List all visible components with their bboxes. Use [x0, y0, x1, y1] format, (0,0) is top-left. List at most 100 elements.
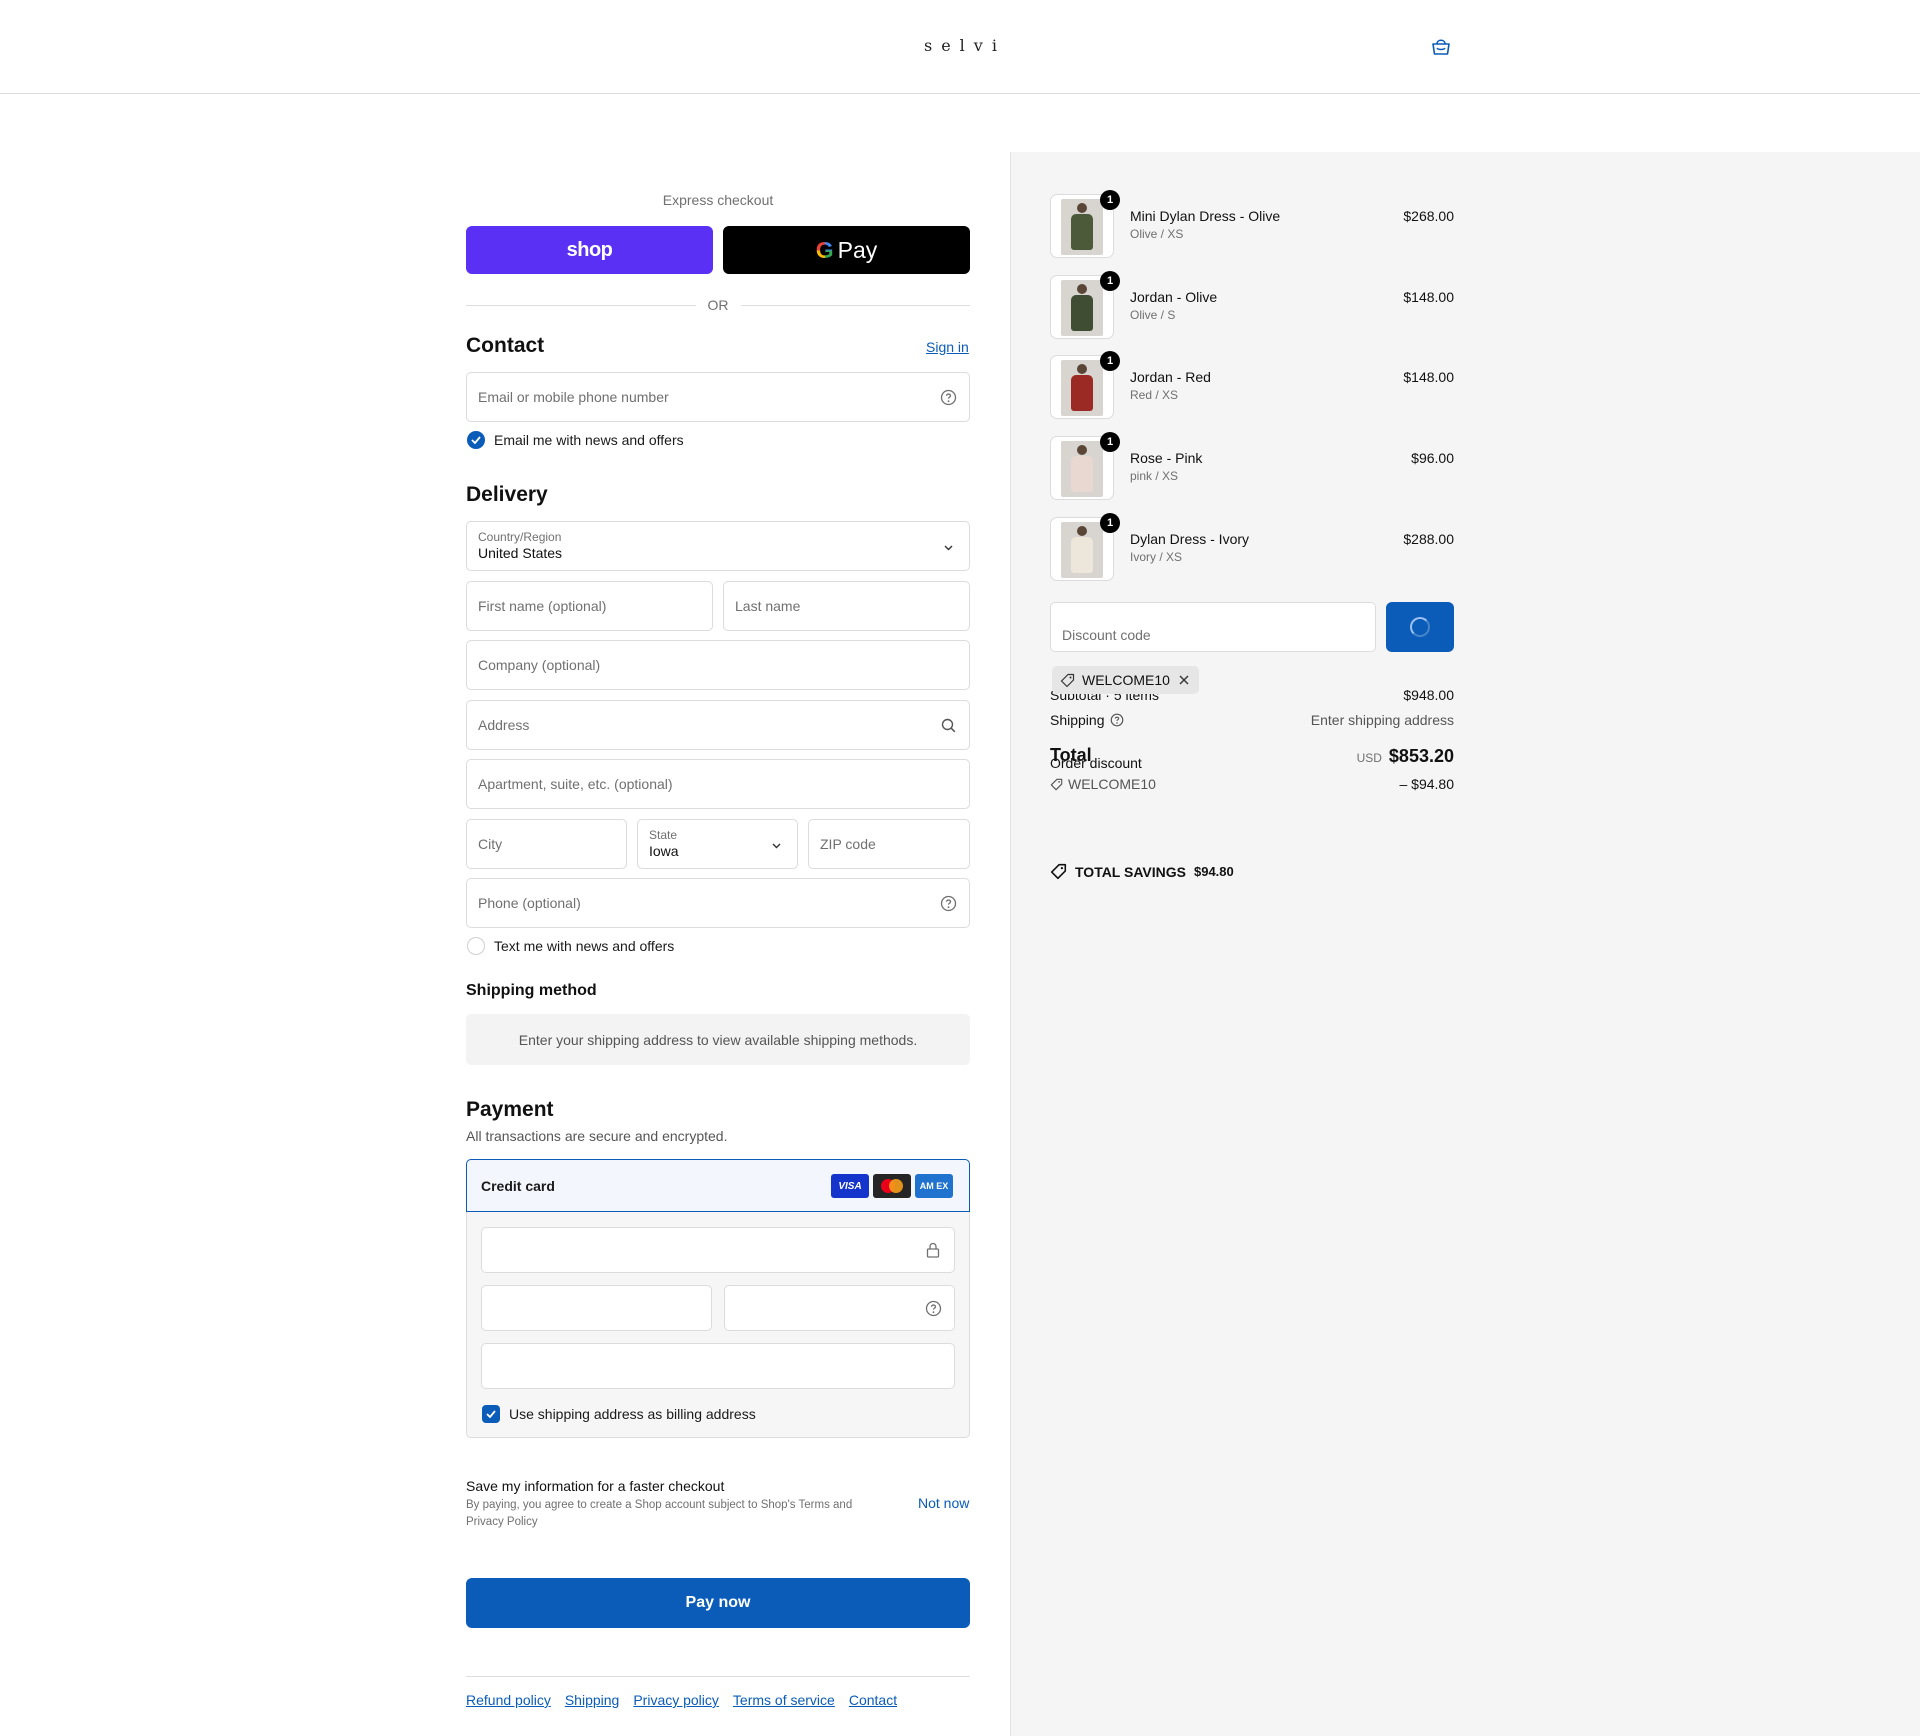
google-pay-button[interactable]: G Pay: [723, 226, 970, 274]
country-value: United States: [478, 545, 563, 561]
order-item: 1 Mini Dylan Dress - Olive Olive / XS $2…: [1050, 190, 1454, 260]
contact-heading: Contact: [466, 334, 545, 357]
email-news-checkbox[interactable]: Email me with news and offers: [467, 431, 684, 449]
checkmark-icon: [482, 1405, 500, 1423]
country-select[interactable]: Country/Region United States: [466, 521, 970, 571]
zip-placeholder: ZIP code: [820, 836, 876, 852]
city-placeholder: City: [478, 836, 503, 852]
or-text: OR: [707, 297, 729, 313]
item-name: Rose - Pink: [1130, 450, 1203, 466]
save-info-note: By paying, you agree to create a Shop ac…: [466, 1497, 876, 1531]
refund-policy-link[interactable]: Refund policy: [466, 1692, 551, 1708]
google-g-icon: G: [815, 236, 834, 263]
savings-label: TOTAL SAVINGS: [1075, 863, 1186, 880]
or-divider: OR: [466, 296, 970, 314]
apartment-placeholder: Apartment, suite, etc. (optional): [478, 776, 673, 792]
order-item: 1 Jordan - Red Red / XS $148.00: [1050, 351, 1454, 421]
item-name: Jordan - Red: [1130, 369, 1211, 385]
visa-icon: VISA: [831, 1174, 869, 1198]
loading-spinner-icon: [1410, 617, 1430, 637]
shop-terms-link[interactable]: Terms: [799, 1499, 830, 1511]
payment-subtitle: All transactions are secure and encrypte…: [466, 1128, 728, 1144]
shipping-link[interactable]: Shipping: [565, 1692, 620, 1708]
applied-discount-chip: WELCOME10: [1052, 666, 1199, 694]
email-news-label: Email me with news and offers: [494, 432, 684, 448]
privacy-policy-link[interactable]: Privacy policy: [633, 1692, 719, 1708]
item-price: $288.00: [1403, 531, 1454, 547]
order-item: 1 Rose - Pink pink / XS $96.00: [1050, 432, 1454, 502]
apply-discount-button[interactable]: [1386, 602, 1454, 652]
item-name: Dylan Dress - Ivory: [1130, 531, 1250, 547]
discount-code-field[interactable]: Discount code: [1050, 602, 1376, 652]
item-price: $148.00: [1403, 289, 1454, 305]
checkbox-unchecked: [467, 937, 485, 955]
shopping-bag-icon[interactable]: [1430, 37, 1452, 57]
store-logo[interactable]: selvi: [924, 36, 1006, 55]
tag-icon: [1060, 673, 1075, 687]
billing-address-checkbox[interactable]: Use shipping address as billing address: [482, 1405, 756, 1423]
text-news-checkbox[interactable]: Text me with news and offers: [467, 937, 674, 955]
phone-field[interactable]: Phone (optional): [466, 878, 970, 928]
quantity-badge: 1: [1100, 513, 1120, 533]
footer-links: Refund policy Shipping Privacy policy Te…: [466, 1692, 897, 1708]
item-variant: Red / XS: [1130, 388, 1179, 402]
help-icon[interactable]: [940, 895, 957, 912]
apartment-field[interactable]: Apartment, suite, etc. (optional): [466, 759, 970, 809]
item-variant: Olive / XS: [1130, 227, 1184, 241]
applied-code-text: WELCOME10: [1082, 672, 1170, 688]
shop-pay-button[interactable]: shop: [466, 226, 713, 274]
mastercard-icon: [873, 1174, 911, 1198]
credit-card-label: Credit card: [481, 1178, 555, 1194]
item-variant: Ivory / XS: [1130, 550, 1183, 564]
close-icon[interactable]: [1177, 673, 1191, 687]
footer-divider: [466, 1676, 970, 1677]
text-news-label: Text me with news and offers: [494, 938, 675, 954]
save-info-and: and: [829, 1499, 853, 1511]
email-field[interactable]: Email or mobile phone number: [466, 372, 970, 422]
quantity-badge: 1: [1100, 271, 1120, 291]
expiration-date-field[interactable]: [481, 1285, 712, 1331]
order-item: 1 Jordan - Olive Olive / S $148.00: [1050, 271, 1454, 341]
card-number-field[interactable]: [481, 1227, 955, 1273]
help-icon[interactable]: [925, 1300, 942, 1317]
state-select[interactable]: State Iowa: [637, 819, 798, 869]
pay-now-button[interactable]: Pay now: [466, 1578, 970, 1628]
save-info-title: Save my information for a faster checkou…: [466, 1478, 725, 1494]
first-name-placeholder: First name (optional): [478, 598, 607, 614]
contact-link[interactable]: Contact: [849, 1692, 897, 1708]
help-icon[interactable]: [1110, 713, 1124, 727]
shop-pay-label: shop: [566, 238, 613, 261]
address-field[interactable]: Address: [466, 700, 970, 750]
security-code-field[interactable]: [724, 1285, 955, 1331]
subtotal-value: $948.00: [1403, 687, 1454, 703]
tag-icon: [1050, 863, 1067, 880]
payment-heading: Payment: [466, 1098, 554, 1121]
email-placeholder: Email or mobile phone number: [478, 389, 669, 405]
help-icon[interactable]: [940, 389, 957, 406]
terms-of-service-link[interactable]: Terms of service: [733, 1692, 835, 1708]
state-label: State: [649, 828, 678, 842]
name-on-card-field[interactable]: [481, 1343, 955, 1389]
first-name-field[interactable]: First name (optional): [466, 581, 713, 631]
item-price: $96.00: [1411, 450, 1454, 466]
company-field[interactable]: Company (optional): [466, 640, 970, 690]
company-placeholder: Company (optional): [478, 657, 601, 673]
item-variant: pink / XS: [1130, 469, 1179, 483]
sign-in-link[interactable]: Sign in: [926, 339, 969, 355]
google-pay-label: Pay: [837, 236, 878, 263]
phone-placeholder: Phone (optional): [478, 895, 581, 911]
shipping-label: Shipping: [1050, 712, 1105, 728]
delivery-heading: Delivery: [466, 483, 548, 506]
zip-field[interactable]: ZIP code: [808, 819, 970, 869]
not-now-link[interactable]: Not now: [918, 1495, 969, 1511]
discount-code-row: WELCOME10 – $94.80: [1050, 776, 1454, 794]
search-icon: [941, 718, 956, 733]
discount-value: – $94.80: [1399, 776, 1455, 792]
credit-card-option[interactable]: Credit card VISA AM EX: [466, 1159, 970, 1212]
shop-privacy-link[interactable]: Privacy Policy: [466, 1516, 538, 1528]
lock-icon: [926, 1242, 940, 1258]
city-field[interactable]: City: [466, 819, 627, 869]
order-discount-label: Order discount: [1050, 755, 1142, 771]
last-name-field[interactable]: Last name: [723, 581, 970, 631]
state-value: Iowa: [649, 843, 679, 859]
